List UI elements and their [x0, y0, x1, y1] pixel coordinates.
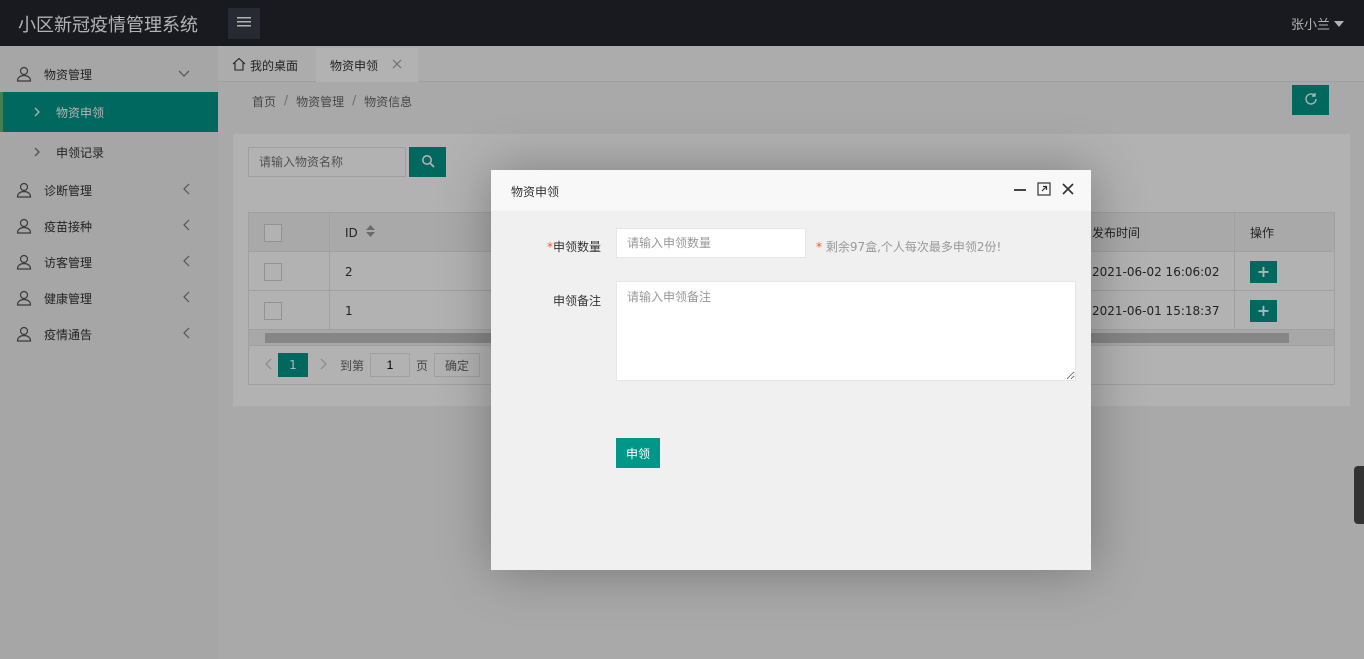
modal-controls: [1013, 182, 1075, 196]
remark-textarea[interactable]: [616, 281, 1076, 381]
modal-header: 物资申领: [491, 170, 1091, 212]
minimize-icon[interactable]: [1013, 182, 1027, 196]
side-widget[interactable]: [1354, 466, 1364, 524]
quantity-label: *申领数量: [491, 238, 601, 255]
apply-modal: 物资申领 *申领数量 * 剩余97盒,个人每次最多申领2份! 申领备注 申领: [491, 170, 1091, 570]
quantity-input[interactable]: [616, 228, 806, 258]
apply-submit-button[interactable]: 申领: [616, 438, 660, 468]
hint-text: 剩余97盒,个人每次最多申领2份!: [825, 240, 1002, 254]
modal-title: 物资申领: [511, 185, 560, 199]
quantity-label-text: 申领数量: [552, 240, 601, 254]
quantity-hint: * 剩余97盒,个人每次最多申领2份!: [816, 238, 1001, 255]
maximize-icon[interactable]: [1037, 182, 1051, 196]
remark-label: 申领备注: [552, 294, 601, 308]
hint-star: *: [816, 240, 826, 254]
close-icon[interactable]: [1061, 182, 1075, 196]
modal-body: *申领数量 * 剩余97盒,个人每次最多申领2份! 申领备注 申领: [491, 212, 1091, 570]
